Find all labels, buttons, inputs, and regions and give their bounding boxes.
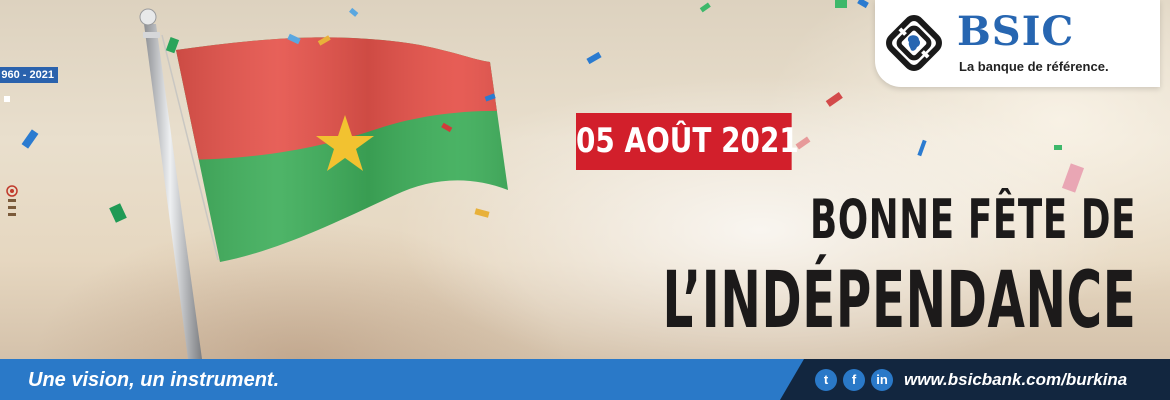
footer-slogan: Une vision, un instrument.: [28, 369, 280, 391]
side-logo-mark: [6, 185, 18, 216]
headline-line-2: L’INDÉPENDANCE: [662, 256, 1136, 346]
years-badge: 960 - 2021: [0, 67, 58, 83]
pole-finial: [139, 8, 157, 26]
headline-line-1: BONNE FÊTE DE: [809, 188, 1136, 251]
event-date-badge: 05 AOÛT 2021: [576, 113, 799, 170]
independence-day-banner: 960 - 2021 BSIC La banque de référence. …: [0, 0, 1170, 400]
facebook-icon[interactable]: f: [843, 369, 865, 391]
bsic-logo-card[interactable]: BSIC La banque de référence.: [875, 0, 1160, 87]
twitter-icon[interactable]: t: [815, 369, 837, 391]
brand-name: BSIC: [957, 8, 1075, 55]
bsic-emblem-icon: [886, 15, 942, 71]
linkedin-icon[interactable]: in: [871, 369, 893, 391]
brand-tagline: La banque de référence.: [959, 59, 1109, 74]
website-link[interactable]: www.bsicbank.com/burkina: [904, 364, 1127, 396]
